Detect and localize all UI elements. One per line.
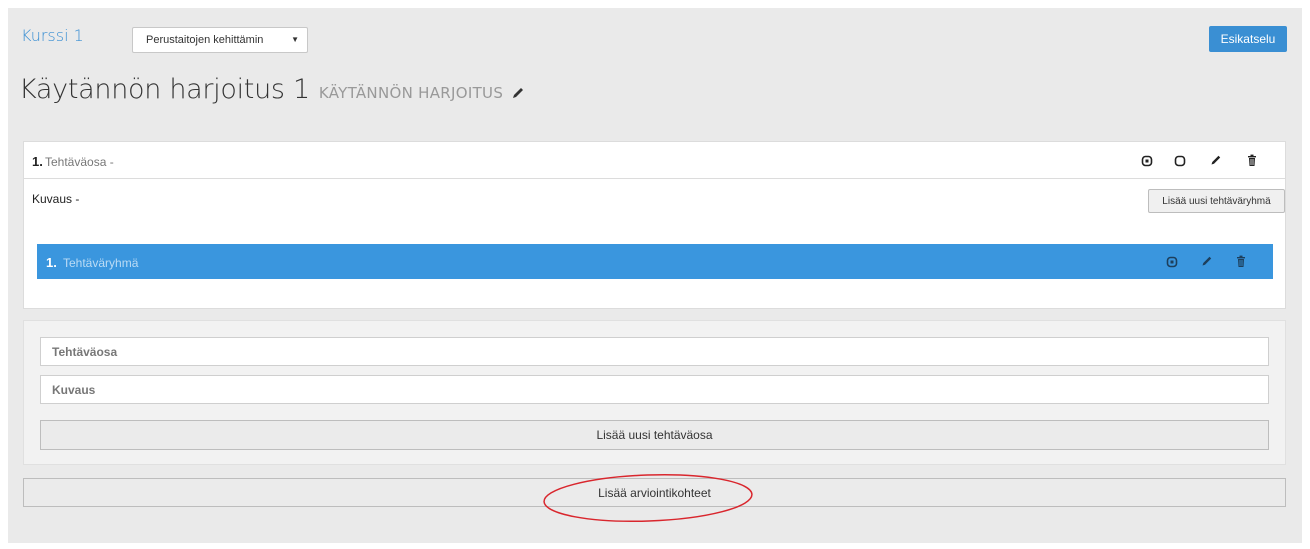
section-number: 1. [32, 154, 43, 169]
course-link[interactable]: Kurssi 1 [21, 26, 84, 45]
expand-icon[interactable] [1139, 153, 1155, 169]
group-label: Tehtäväryhmä [63, 256, 139, 270]
section-name-input[interactable] [40, 337, 1269, 366]
section-description: Kuvaus - [32, 192, 80, 206]
trash-icon[interactable] [1233, 253, 1249, 269]
collapse-icon[interactable] [1172, 153, 1188, 169]
description-input[interactable] [40, 375, 1269, 404]
add-section-button[interactable]: Lisää uusi tehtäväosa [40, 420, 1269, 450]
page-subtitle: KÄYTÄNNÖN HARJOITUS [318, 84, 504, 102]
preview-button[interactable]: Esikatselu [1209, 26, 1287, 52]
pencil-icon[interactable] [1199, 253, 1215, 269]
task-group-row[interactable]: 1. Tehtäväryhmä [37, 244, 1273, 279]
page-title: Käytännön harjoitus 1 [19, 74, 310, 105]
add-group-button[interactable]: Lisää uusi tehtäväryhmä [1148, 189, 1285, 213]
section-label: Tehtäväosa - [45, 155, 114, 169]
course-select[interactable]: Perustaitojen kehittämin ▼ [132, 27, 308, 53]
expand-icon[interactable] [1164, 254, 1180, 270]
page-container: Kurssi 1 Perustaitojen kehittämin ▼ Esik… [8, 8, 1302, 543]
group-number: 1. [46, 255, 57, 270]
page-title-row: Käytännön harjoitus 1 KÄYTÄNNÖN HARJOITU… [19, 74, 525, 105]
pencil-icon[interactable] [511, 86, 525, 100]
course-select-value: Perustaitojen kehittämin [146, 34, 264, 46]
trash-icon[interactable] [1244, 152, 1260, 168]
new-section-form: Lisää uusi tehtäväosa [23, 320, 1286, 465]
section-panel: 1. Tehtäväosa - Kuvaus - Lisää uusi teht… [23, 141, 1286, 309]
chevron-down-icon: ▼ [291, 35, 299, 44]
add-criteria-button[interactable]: Lisää arviointikohteet [23, 478, 1286, 507]
section-header: 1. Tehtäväosa - [24, 142, 1285, 179]
pencil-icon[interactable] [1208, 152, 1224, 168]
